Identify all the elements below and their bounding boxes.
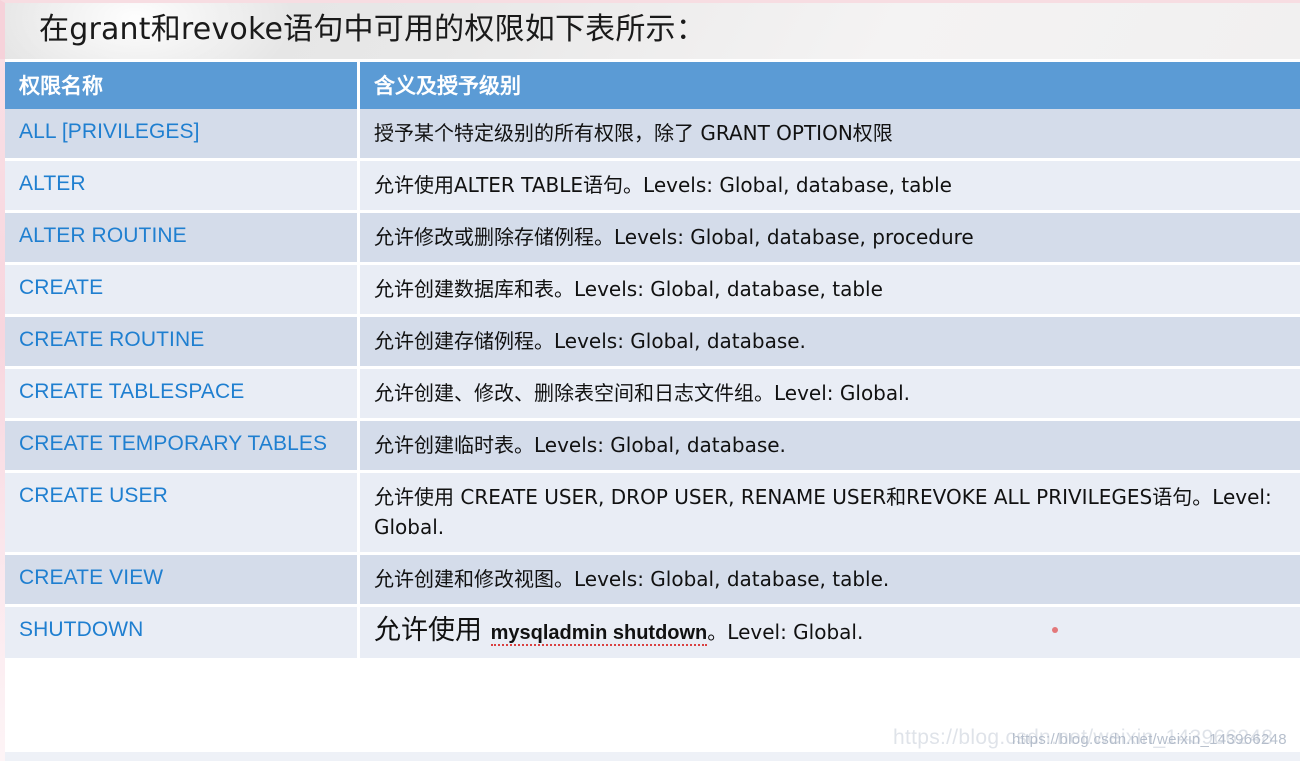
privilege-description: 允许创建和修改视图。Levels: Global, database, tabl…: [360, 555, 1300, 607]
privileges-table: 权限名称 含义及授予级别 ALL [PRIVILEGES] 授予某个特定级别的所…: [5, 62, 1300, 661]
bottom-strip: [5, 752, 1300, 761]
privilege-description: 允许创建存储例程。Levels: Global, database.: [360, 317, 1300, 369]
shutdown-command-text: mysqladmin shutdown: [490, 622, 708, 646]
privilege-description: 授予某个特定级别的所有权限，除了 GRANT OPTION权限: [360, 109, 1300, 161]
slide-banner: 在grant和revoke语句中可用的权限如下表所示：: [0, 0, 1300, 59]
privilege-description: 允许使用 mysqladmin shutdown。Level: Global.: [360, 607, 1300, 661]
table-row: CREATE TABLESPACE 允许创建、修改、删除表空间和日志文件组。Le…: [5, 369, 1300, 421]
privilege-name: CREATE USER: [5, 473, 360, 555]
privilege-name: CREATE TEMPORARY TABLES: [5, 421, 360, 473]
column-header-description: 含义及授予级别: [360, 62, 1300, 109]
privilege-name: SHUTDOWN: [5, 607, 360, 661]
privilege-name: CREATE TABLESPACE: [5, 369, 360, 421]
privilege-name: CREATE ROUTINE: [5, 317, 360, 369]
shutdown-description-tail: 。Level: Global.: [707, 620, 864, 644]
page-title: 在grant和revoke语句中可用的权限如下表所示：: [39, 12, 706, 47]
privilege-description: 允许使用 CREATE USER, DROP USER, RENAME USER…: [360, 473, 1300, 555]
table-row: CREATE TEMPORARY TABLES 允许创建临时表。Levels: …: [5, 421, 1300, 473]
watermark-faint: https://blog.csdn.net/weixin_143966248: [893, 726, 1274, 749]
table-row: ALTER ROUTINE 允许修改或删除存储例程。Levels: Global…: [5, 213, 1300, 265]
privilege-name: CREATE VIEW: [5, 555, 360, 607]
privilege-name: ALTER: [5, 161, 360, 213]
table-row: CREATE ROUTINE 允许创建存储例程。Levels: Global, …: [5, 317, 1300, 369]
table-header-row: 权限名称 含义及授予级别: [5, 62, 1300, 109]
table-row: ALL [PRIVILEGES] 授予某个特定级别的所有权限，除了 GRANT …: [5, 109, 1300, 161]
privilege-description: 允许使用ALTER TABLE语句。Levels: Global, databa…: [360, 161, 1300, 213]
privilege-name: CREATE: [5, 265, 360, 317]
table-row: SHUTDOWN 允许使用 mysqladmin shutdown。Level:…: [5, 607, 1300, 661]
privilege-name: ALTER ROUTINE: [5, 213, 360, 265]
privilege-description: 允许创建、修改、删除表空间和日志文件组。Level: Global.: [360, 369, 1300, 421]
shutdown-description-lead: 允许使用: [374, 615, 491, 646]
table-row: CREATE VIEW 允许创建和修改视图。Levels: Global, da…: [5, 555, 1300, 607]
watermark-url: https://blog.csdn.net/weixin_143966248: [1012, 731, 1287, 748]
table-row: ALTER 允许使用ALTER TABLE语句。Levels: Global, …: [5, 161, 1300, 213]
red-cursor-dot: [1052, 627, 1058, 633]
privilege-description: 允许修改或删除存储例程。Levels: Global, database, pr…: [360, 213, 1300, 265]
privilege-name: ALL [PRIVILEGES]: [5, 109, 360, 161]
table-row: CREATE USER 允许使用 CREATE USER, DROP USER,…: [5, 473, 1300, 555]
table-row: CREATE 允许创建数据库和表。Levels: Global, databas…: [5, 265, 1300, 317]
column-header-privilege-name: 权限名称: [5, 62, 360, 109]
privilege-description: 允许创建数据库和表。Levels: Global, database, tabl…: [360, 265, 1300, 317]
privilege-description: 允许创建临时表。Levels: Global, database.: [360, 421, 1300, 473]
